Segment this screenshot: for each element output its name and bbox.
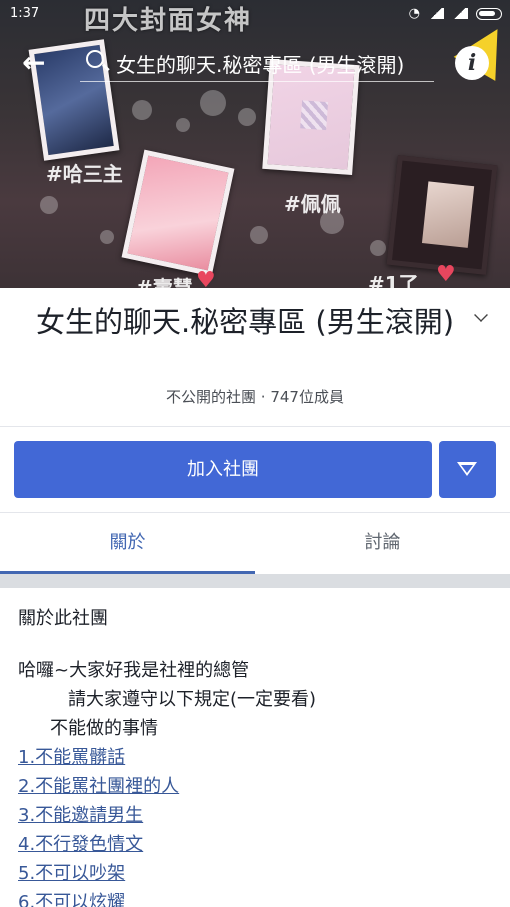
tab-discussion[interactable]: 討論: [255, 513, 510, 573]
status-time: 1:37: [10, 6, 40, 21]
wifi-icon: ◔: [408, 6, 420, 21]
bokeh-dot: [370, 240, 386, 256]
status-bar: 1:37 ◔: [0, 0, 510, 26]
mosaic-blur: [300, 100, 329, 131]
bokeh-dot: [132, 100, 152, 120]
signal-icon: [428, 8, 444, 19]
rule-link[interactable]: 3.不能邀請男生: [18, 801, 179, 830]
bokeh-dot: [238, 108, 256, 126]
bokeh-dot: [100, 230, 114, 244]
photo-face: [421, 181, 475, 248]
battery-icon: [476, 7, 502, 20]
cover-doodle: #佩佩: [284, 192, 341, 216]
cover-doodle: #哈三主: [46, 162, 123, 186]
cover-doodle: #1了: [368, 272, 419, 288]
dropdown-triangle-icon: [457, 462, 477, 476]
divider: [0, 426, 510, 427]
rule-link[interactable]: 6.不可以炫耀: [18, 888, 179, 907]
signal-icon-2: [452, 8, 468, 19]
info-icon[interactable]: i: [455, 46, 489, 80]
more-options-button[interactable]: [439, 441, 496, 498]
group-meta: 不公開的社團 · 747位成員: [166, 388, 344, 406]
search-text: 女生的聊天.秘密專區 (男生滾開): [116, 53, 405, 77]
rule-link[interactable]: 5.不可以吵架: [18, 859, 179, 888]
group-name: 女生的聊天.秘密專區 (男生滾開): [35, 305, 455, 339]
rule-link[interactable]: 4.不行發色情文: [18, 830, 179, 859]
bokeh-dot: [250, 226, 268, 244]
bokeh-dot: [200, 90, 226, 116]
bokeh-dot: [40, 196, 58, 214]
bokeh-dot: [176, 118, 190, 132]
description-line: 哈囉~大家好我是社裡的總管: [18, 660, 250, 681]
rule-link[interactable]: 1.不能罵髒話: [18, 743, 179, 772]
heart-icon: ♥: [196, 268, 216, 288]
description-line: 請大家遵守以下規定(一定要看): [68, 689, 317, 710]
description-line: 不能做的事情: [50, 718, 158, 739]
back-arrow-icon[interactable]: ←: [22, 48, 56, 78]
search-icon: [86, 50, 104, 68]
cover-photo-3: [121, 149, 235, 277]
tab-about[interactable]: 關於: [0, 513, 255, 573]
cover-photo-4: [386, 155, 498, 275]
rules-list: 1.不能罵髒話 2.不能罵社團裡的人 3.不能邀請男生 4.不行發色情文 5.不…: [18, 743, 179, 907]
heart-icon: ♥: [436, 262, 456, 287]
status-icons: ◔: [409, 6, 502, 21]
join-group-button[interactable]: 加入社團: [14, 441, 432, 498]
rule-link[interactable]: 2.不能罵社團裡的人: [18, 772, 179, 801]
cover-doodle: #壽慧: [136, 276, 193, 288]
chevron-down-icon[interactable]: [474, 308, 488, 322]
search-bar[interactable]: 女生的聊天.秘密專區 (男生滾開): [80, 44, 434, 82]
about-section-title: 關於此社團: [18, 608, 108, 629]
section-separator: [0, 574, 510, 588]
about-description: 哈囉~大家好我是社裡的總管 請大家遵守以下規定(一定要看) 不能做的事情: [18, 656, 316, 743]
